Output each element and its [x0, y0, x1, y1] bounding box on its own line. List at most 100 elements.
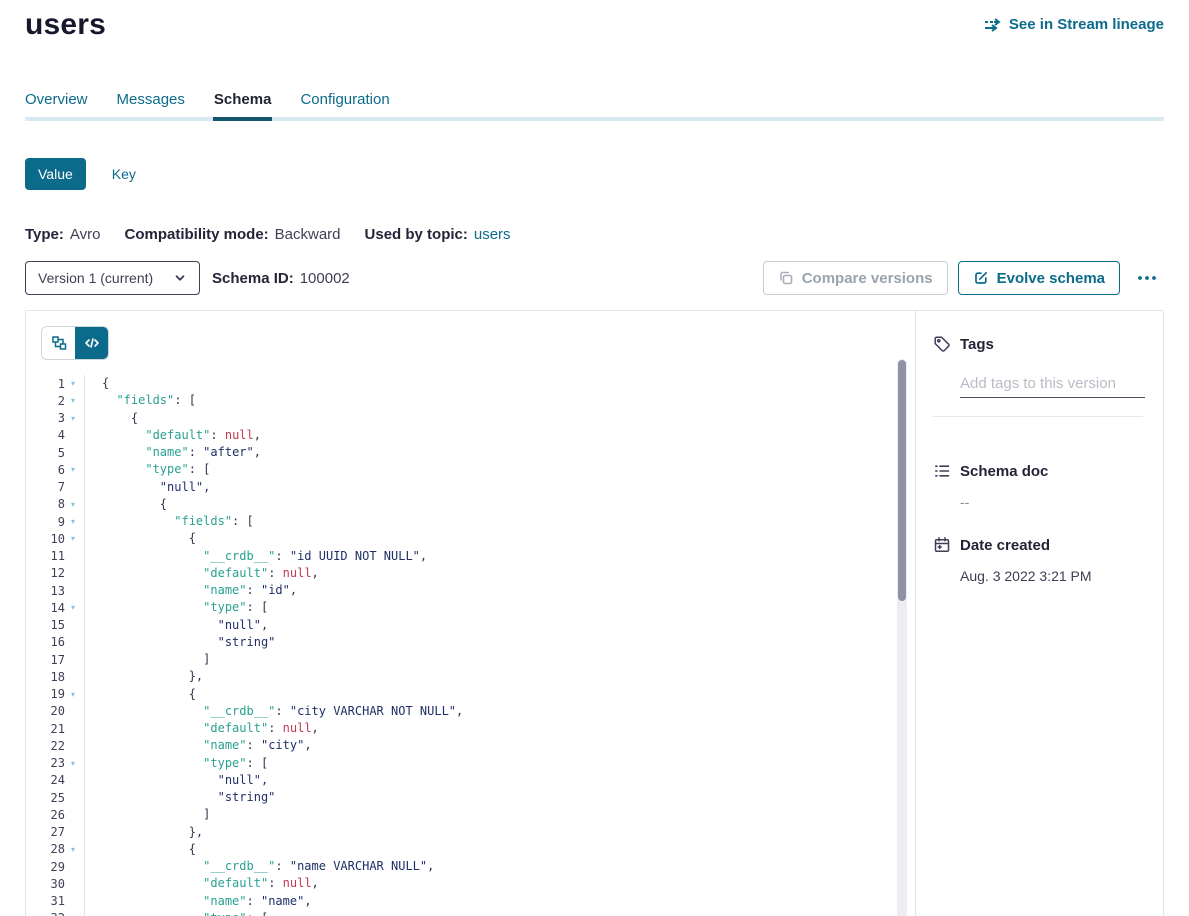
code-line: 4 "default": null, [41, 427, 915, 444]
key-toggle-button[interactable]: Key [112, 166, 136, 182]
more-options-icon [1136, 273, 1158, 283]
compare-versions-button[interactable]: Compare versions [763, 261, 948, 295]
tree-view-button[interactable] [42, 327, 75, 359]
code-line: 13 "name": "id", [41, 582, 915, 599]
code-line: 28▾ { [41, 841, 915, 858]
value-toggle-button[interactable]: Value [25, 158, 86, 190]
code-line: 3▾ { [41, 410, 915, 427]
tags-title: Tags [960, 336, 994, 353]
calendar-plus-icon [933, 536, 951, 554]
code-text: "default": null, [102, 875, 319, 892]
line-number: 1 [41, 377, 65, 391]
code-line: 23▾ "type": [ [41, 755, 915, 772]
fold-arrow-icon[interactable]: ▾ [65, 513, 81, 530]
stream-lineage-link[interactable]: See in Stream lineage [984, 8, 1164, 33]
code-line: 8▾ { [41, 496, 915, 513]
tab-messages[interactable]: Messages [117, 91, 185, 117]
code-text: "type": [ [102, 755, 268, 772]
line-number: 20 [41, 704, 65, 718]
fold-arrow-icon[interactable]: ▾ [65, 686, 81, 703]
code-text: "default": null, [102, 565, 319, 582]
sidebar-divider [933, 416, 1143, 417]
fold-arrow-icon[interactable]: ▾ [65, 496, 81, 513]
code-text: { [102, 686, 196, 703]
code-text: "null", [102, 772, 268, 789]
code-view-button[interactable] [75, 327, 108, 359]
code-text: "type": [ [102, 461, 210, 478]
fold-arrow-icon[interactable]: ▾ [65, 375, 81, 392]
version-select-value: Version 1 (current) [38, 270, 153, 286]
code-text: "name": "city", [102, 737, 312, 754]
code-text: { [102, 496, 167, 513]
code-line: 32▾ "type": [ [41, 910, 915, 916]
code-line: 27 }, [41, 824, 915, 841]
line-number: 30 [41, 877, 65, 891]
evolve-schema-button[interactable]: Evolve schema [958, 261, 1120, 295]
code-line: 24 "null", [41, 772, 915, 789]
code-line: 2▾ "fields": [ [41, 392, 915, 409]
schema-id-label: Schema ID: [212, 270, 294, 287]
code-text: ] [102, 651, 210, 668]
editor-view-toggle [41, 326, 109, 360]
code-line: 30 "default": null, [41, 875, 915, 892]
code-line: 10▾ { [41, 530, 915, 547]
tab-schema[interactable]: Schema [214, 91, 272, 117]
line-number: 28 [41, 842, 65, 856]
chevron-down-icon [173, 271, 187, 285]
code-view-icon [84, 335, 100, 351]
code-area: 1▾{2▾ "fields": [3▾ {4 "default": null,5… [41, 375, 915, 916]
tree-view-icon [51, 335, 67, 351]
code-text: "fields": [ [102, 392, 196, 409]
add-tags-input[interactable] [960, 375, 1145, 398]
code-text: }, [102, 824, 203, 841]
version-select[interactable]: Version 1 (current) [25, 261, 200, 295]
code-text: "null", [102, 479, 210, 496]
code-text: "name": "name", [102, 893, 312, 910]
evolve-schema-label: Evolve schema [997, 270, 1105, 287]
fold-arrow-icon[interactable]: ▾ [65, 461, 81, 478]
code-text: ] [102, 806, 210, 823]
fold-arrow-icon[interactable]: ▾ [65, 392, 81, 409]
line-number: 3 [41, 411, 65, 425]
fold-arrow-icon[interactable]: ▾ [65, 910, 81, 916]
code-text: "name": "id", [102, 582, 297, 599]
line-number: 9 [41, 515, 65, 529]
line-number: 31 [41, 894, 65, 908]
code-line: 26 ] [41, 806, 915, 823]
fold-arrow-icon[interactable]: ▾ [65, 599, 81, 616]
line-number: 17 [41, 653, 65, 667]
more-options-button[interactable] [1130, 273, 1164, 283]
type-value: Avro [70, 226, 101, 243]
tab-bar: Overview Messages Schema Configuration [25, 91, 1164, 121]
line-number: 13 [41, 584, 65, 598]
code-text: "default": null, [102, 427, 261, 444]
schema-doc-title: Schema doc [960, 463, 1048, 480]
tag-icon [933, 335, 951, 353]
schema-id-value: 100002 [300, 270, 350, 287]
evolve-schema-icon [973, 270, 989, 286]
line-number: 6 [41, 463, 65, 477]
code-line: 1▾{ [41, 375, 915, 392]
code-line: 15 "null", [41, 617, 915, 634]
fold-arrow-icon[interactable]: ▾ [65, 530, 81, 547]
line-number: 22 [41, 739, 65, 753]
topic-link[interactable]: users [474, 226, 511, 243]
tab-configuration[interactable]: Configuration [300, 91, 389, 117]
fold-arrow-icon[interactable]: ▾ [65, 755, 81, 772]
code-line: 11 "__crdb__": "id UUID NOT NULL", [41, 548, 915, 565]
tab-overview[interactable]: Overview [25, 91, 88, 117]
line-number: 26 [41, 808, 65, 822]
vertical-scrollbar[interactable] [897, 359, 907, 916]
scrollbar-thumb[interactable] [898, 360, 906, 601]
code-line: 6▾ "type": [ [41, 461, 915, 478]
fold-arrow-icon[interactable]: ▾ [65, 841, 81, 858]
code-line: 25 "string" [41, 789, 915, 806]
code-line: 7 "null", [41, 479, 915, 496]
line-number: 21 [41, 722, 65, 736]
schema-sidebar: Tags Schema doc -- [915, 311, 1163, 916]
code-line: 5 "name": "after", [41, 444, 915, 461]
type-label: Type: [25, 226, 64, 243]
line-number: 27 [41, 825, 65, 839]
line-number: 10 [41, 532, 65, 546]
fold-arrow-icon[interactable]: ▾ [65, 410, 81, 427]
